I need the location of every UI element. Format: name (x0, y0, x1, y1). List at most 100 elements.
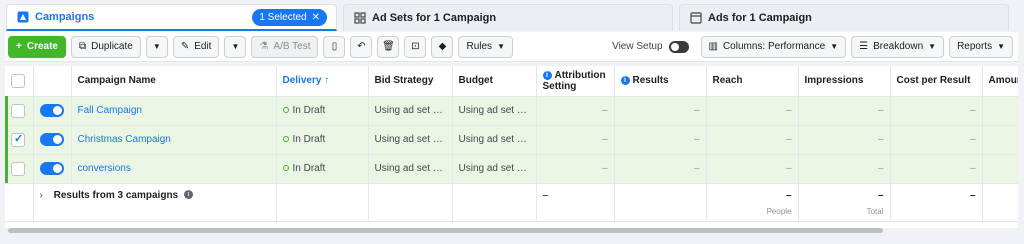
table-row[interactable]: conversions In Draft Using ad set bid...… (5, 154, 1018, 184)
vertical-scrollbar[interactable] (1018, 32, 1024, 232)
amount-cell (982, 154, 1018, 184)
attribution-cell: – (536, 96, 615, 126)
campaigns-table: Campaign Name Delivery ↑ Bid Strategy Bu… (5, 66, 1018, 228)
toolbar: + Create ⧉ Duplicate ▼ ✎ Edit ▼ ⚗ A/B Te… (5, 32, 1018, 62)
info-icon[interactable]: i (542, 70, 552, 80)
amount-cell (982, 96, 1018, 126)
clear-selection-icon[interactable]: ✕ (312, 12, 320, 23)
selected-badge[interactable]: 1 Selected ✕ (252, 8, 327, 26)
col-bid-strategy[interactable]: Bid Strategy (368, 66, 453, 97)
duplicate-button[interactable]: ⧉ Duplicate (70, 35, 141, 58)
tag-icon: ◆ (438, 41, 447, 52)
rules-button[interactable]: Rules ▼ (458, 35, 513, 58)
budget-cell[interactable]: Using ad set bu... (452, 96, 537, 126)
table-row[interactable]: Christmas Campaign In Draft Using ad set… (5, 125, 1018, 155)
ab-test-button[interactable]: ⚗ A/B Test (251, 35, 319, 58)
info-icon[interactable]: i (183, 190, 193, 200)
undo-icon: ↶ (357, 41, 366, 52)
caret-down-icon: ▼ (928, 42, 937, 51)
col-impressions[interactable]: Impressions (798, 66, 891, 97)
summary-empty-cell (5, 183, 34, 222)
col-budget[interactable]: Budget (452, 66, 537, 97)
campaign-toggle[interactable] (39, 133, 64, 146)
bid-strategy-cell[interactable]: Using ad set bid... (368, 96, 453, 126)
row-checkbox-cell[interactable] (5, 154, 34, 184)
select-all-cell[interactable] (5, 66, 34, 97)
attribution-cell: – (536, 125, 615, 155)
budget-cell[interactable]: Using ad set bu... (452, 154, 537, 184)
duplicate-dropdown-button[interactable]: ▼ (145, 35, 168, 58)
create-button[interactable]: + Create (8, 35, 66, 58)
preview-button[interactable]: ⊡ (404, 35, 427, 58)
tab-campaigns[interactable]: Campaigns 1 Selected ✕ (6, 4, 337, 31)
caret-down-icon: ▼ (231, 42, 240, 51)
campaign-name-link[interactable]: Fall Campaign (78, 105, 142, 116)
summary-label-cell[interactable]: › Results from 3 campaigns i (33, 183, 277, 222)
row-toggle-cell[interactable] (33, 154, 72, 184)
campaign-toggle[interactable] (39, 162, 64, 175)
info-icon[interactable]: i (620, 76, 630, 86)
breakdown-label: Breakdown (873, 41, 924, 52)
col-amount[interactable]: Amoun (982, 66, 1018, 97)
summary-impressions-value: – (877, 189, 884, 201)
tab-ad-sets[interactable]: Ad Sets for 1 Campaign (343, 4, 673, 31)
select-all-checkbox[interactable] (11, 73, 25, 88)
col-attribution-label: Attribution Setting (542, 69, 606, 92)
table-header: Campaign Name Delivery ↑ Bid Strategy Bu… (5, 66, 1018, 97)
col-reach[interactable]: Reach (706, 66, 799, 97)
col-results-label: Results (632, 75, 669, 87)
summary-cost-value: – (969, 189, 976, 201)
col-campaign-name[interactable]: Campaign Name (71, 66, 277, 97)
expand-chevron-icon[interactable]: › (40, 190, 43, 201)
delete-button[interactable]: 🗑 (377, 35, 400, 58)
reports-label: Reports (957, 41, 993, 52)
delivery-cell: In Draft (276, 96, 369, 126)
tab-ads[interactable]: Ads for 1 Campaign (679, 4, 1009, 31)
view-setup-toggle[interactable] (668, 40, 689, 53)
edit-button[interactable]: ✎ Edit (172, 35, 220, 58)
reports-button[interactable]: Reports ▼ (949, 35, 1013, 58)
budget-cell[interactable]: Using ad set bu... (452, 125, 537, 155)
table-row[interactable]: Fall Campaign In Draft Using ad set bid.… (5, 96, 1018, 126)
summary-attribution-cell: – (536, 183, 615, 222)
columns-icon: ▥ (708, 41, 718, 52)
undo-button[interactable]: ↶ (350, 35, 373, 58)
draft-status-icon (282, 107, 289, 114)
summary-impressions-cell: – Total (798, 183, 891, 222)
campaign-name-link[interactable]: Christmas Campaign (78, 134, 171, 145)
row-toggle-cell[interactable] (33, 96, 72, 126)
row-checkbox[interactable] (11, 132, 25, 147)
col-attribution[interactable]: i Attribution Setting (536, 66, 615, 97)
campaign-name-cell[interactable]: Fall Campaign (71, 96, 277, 126)
rules-label: Rules (466, 41, 493, 52)
campaign-name-cell[interactable]: Christmas Campaign (71, 125, 277, 155)
edit-dropdown-button[interactable]: ▼ (224, 35, 247, 58)
row-checkbox-cell[interactable] (5, 96, 34, 126)
results-cell: – (614, 125, 707, 155)
create-label: Create (26, 41, 58, 52)
campaign-name-cell[interactable]: conversions (71, 154, 277, 184)
columns-button[interactable]: ▥ Columns: Performance ▼ (700, 35, 847, 58)
delivery-cell: In Draft (276, 154, 369, 184)
duplicate-label: Duplicate (91, 41, 133, 52)
col-delivery[interactable]: Delivery ↑ (276, 66, 369, 97)
delivery-status: In Draft (292, 105, 326, 116)
delivery-status: In Draft (292, 134, 326, 145)
col-results[interactable]: i Results (614, 66, 707, 97)
row-checkbox-cell[interactable] (5, 125, 34, 155)
delivery-status: In Draft (292, 163, 326, 174)
row-checkbox[interactable] (11, 161, 25, 176)
campaign-name-link[interactable]: conversions (78, 163, 131, 174)
bid-strategy-cell[interactable]: Using ad set bid... (368, 154, 453, 184)
clipboard-button[interactable]: ▯ (323, 35, 346, 58)
col-cost-per-result[interactable]: Cost per Result (890, 66, 983, 97)
row-checkbox[interactable] (11, 103, 25, 118)
horizontal-scrollbar[interactable] (8, 228, 883, 233)
bid-strategy-cell[interactable]: Using ad set bid... (368, 125, 453, 155)
delivery-cell: In Draft (276, 125, 369, 155)
campaign-toggle[interactable] (39, 104, 64, 117)
tag-button[interactable]: ◆ (431, 35, 454, 58)
row-toggle-cell[interactable] (33, 125, 72, 155)
breakdown-button[interactable]: ☰ Breakdown ▼ (851, 35, 945, 58)
columns-label: Columns: Performance (722, 41, 826, 52)
